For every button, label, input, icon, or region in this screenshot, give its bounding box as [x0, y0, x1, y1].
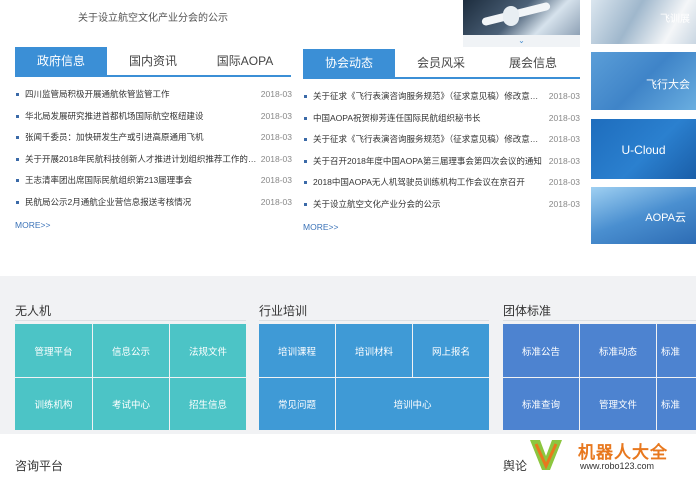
mid-news-list: 关于征求《飞行表演咨询服务规范》（征求意见稿）修改意… 2018-03 中国AOP…	[304, 86, 580, 215]
tab-intl-aopa[interactable]: 国际AOPA	[199, 47, 291, 75]
standard-announcement-button[interactable]: 标准公告	[503, 324, 579, 377]
section-title-opinion: 舆论	[503, 459, 528, 473]
mid-more-link[interactable]: MORE>>	[303, 222, 338, 232]
section-divider	[15, 320, 246, 321]
standard-more-button[interactable]: 标准	[657, 324, 696, 377]
list-item[interactable]: 王志清率团出席国际民航组织第213届理事会 2018-03	[16, 170, 292, 192]
bullet-icon	[304, 202, 307, 206]
faq-button[interactable]: 常见问题	[259, 378, 335, 430]
list-item[interactable]: 华北局发展研究推进首都机场国际航空枢纽建设 2018-03	[16, 106, 292, 128]
drone-service-grid: 管理平台 信息公示 法规文件 训练机构 考试中心 招生信息	[15, 324, 246, 430]
tab-domestic-news[interactable]: 国内资讯	[107, 47, 199, 75]
standards-service-grid: 标准公告 标准动态 标准 标准查询 管理文件 标准	[503, 324, 696, 430]
training-materials-button[interactable]: 培训材料	[336, 324, 412, 377]
left-more-link[interactable]: MORE>>	[15, 220, 50, 230]
drone-regulations-button[interactable]: 法规文件	[170, 324, 246, 377]
list-item[interactable]: 中国AOPA祝贺柳芳连任国际民航组织秘书长 2018-03	[304, 108, 580, 130]
watermark: 机器人大全 www.robo123.com	[526, 434, 696, 480]
banner-pager-icon[interactable]: ⌄	[463, 35, 580, 47]
standard-extra-button[interactable]: 标准	[657, 378, 696, 430]
bullet-icon	[304, 95, 307, 98]
list-item[interactable]: 关于征求《飞行表演咨询服务规范》（征求意见稿）修改意… 2018-03	[304, 86, 580, 108]
section-title-training: 行业培训	[259, 304, 308, 318]
bullet-icon	[16, 179, 19, 182]
watermark-url: www.robo123.com	[580, 461, 655, 471]
list-item[interactable]: 关于开展2018年民航科技创新人才推进计划组织推荐工作的… 2018-03	[16, 149, 292, 171]
left-tabbar: 政府信息 国内资讯 国际AOPA	[15, 47, 291, 77]
bullet-icon	[304, 181, 307, 184]
list-item[interactable]: 民航局公示2月通航企业营信息报送考核情况 2018-03	[16, 192, 292, 214]
top-news-headline[interactable]: 关于设立航空文化产业分会的公示	[78, 9, 228, 24]
airplane-body-shape	[503, 6, 519, 26]
list-item[interactable]: 四川监管局积极开展通航依管监管工作 2018-03	[16, 84, 292, 106]
bullet-icon	[304, 159, 307, 163]
bullet-icon	[16, 157, 19, 161]
management-documents-button[interactable]: 管理文件	[580, 378, 656, 430]
bullet-icon	[304, 116, 307, 120]
section-title-drone: 无人机	[15, 304, 52, 318]
banner-image[interactable]	[463, 0, 580, 35]
robot-logo-icon	[530, 440, 562, 470]
list-item[interactable]: 关于征求《飞行表演咨询服务规范》（征求意见稿）修改意见… 2018-03	[304, 129, 580, 151]
tab-exhibition-info[interactable]: 展会信息	[487, 49, 579, 77]
section-divider	[503, 320, 696, 321]
left-news-list: 四川监管局积极开展通航依管监管工作 2018-03 华北局发展研究推进首都机场国际…	[16, 84, 292, 213]
list-item[interactable]: 关于设立航空文化产业分会的公示 2018-03	[304, 194, 580, 216]
watermark-title: 机器人大全	[578, 443, 668, 462]
standard-query-button[interactable]: 标准查询	[503, 378, 579, 430]
bullet-icon	[16, 93, 19, 96]
online-registration-button[interactable]: 网上报名	[413, 324, 489, 377]
training-center-button[interactable]: 培训中心	[336, 378, 489, 430]
drone-exam-center-button[interactable]: 考试中心	[93, 378, 169, 430]
list-item[interactable]: 关于召开2018年度中国AOPA第三届理事会第四次会议的通知 2018-03	[304, 151, 580, 173]
tab-member-showcase[interactable]: 会员风采	[395, 49, 487, 77]
mid-tabbar: 协会动态 会员风采 展会信息	[303, 49, 580, 79]
bullet-icon	[304, 138, 307, 141]
drone-management-platform-button[interactable]: 管理平台	[15, 324, 92, 377]
section-divider	[259, 320, 489, 321]
standard-news-button[interactable]: 标准动态	[580, 324, 656, 377]
drone-info-public-button[interactable]: 信息公示	[93, 324, 169, 377]
list-item[interactable]: 2018中国AOPA无人机驾驶员训练机构工作会议在京召开 2018-03	[304, 172, 580, 194]
bullet-icon	[16, 114, 19, 118]
tab-gov-info[interactable]: 政府信息	[15, 47, 107, 75]
side-tile-flight-conference[interactable]: 飞行大会	[591, 52, 696, 110]
section-title-consulting: 咨询平台	[15, 459, 64, 473]
section-title-standards: 团体标准	[503, 304, 552, 318]
bullet-icon	[16, 200, 19, 204]
side-tile-aopa-cloud[interactable]: AOPA云	[591, 187, 696, 244]
tab-association-news[interactable]: 协会动态	[303, 49, 395, 77]
training-courses-button[interactable]: 培训课程	[259, 324, 335, 377]
bullet-icon	[16, 136, 19, 139]
training-service-grid: 培训课程 培训材料 网上报名 常见问题 培训中心	[259, 324, 489, 430]
side-tile-flight-training-expo[interactable]: 飞训展	[591, 0, 696, 44]
drone-enrollment-info-button[interactable]: 招生信息	[170, 378, 246, 430]
drone-training-institutions-button[interactable]: 训练机构	[15, 378, 92, 430]
side-tile-u-cloud[interactable]: U-Cloud	[591, 119, 696, 179]
list-item[interactable]: 张闻千委员：加快研发生产或引进高原通用飞机 2018-03	[16, 127, 292, 149]
